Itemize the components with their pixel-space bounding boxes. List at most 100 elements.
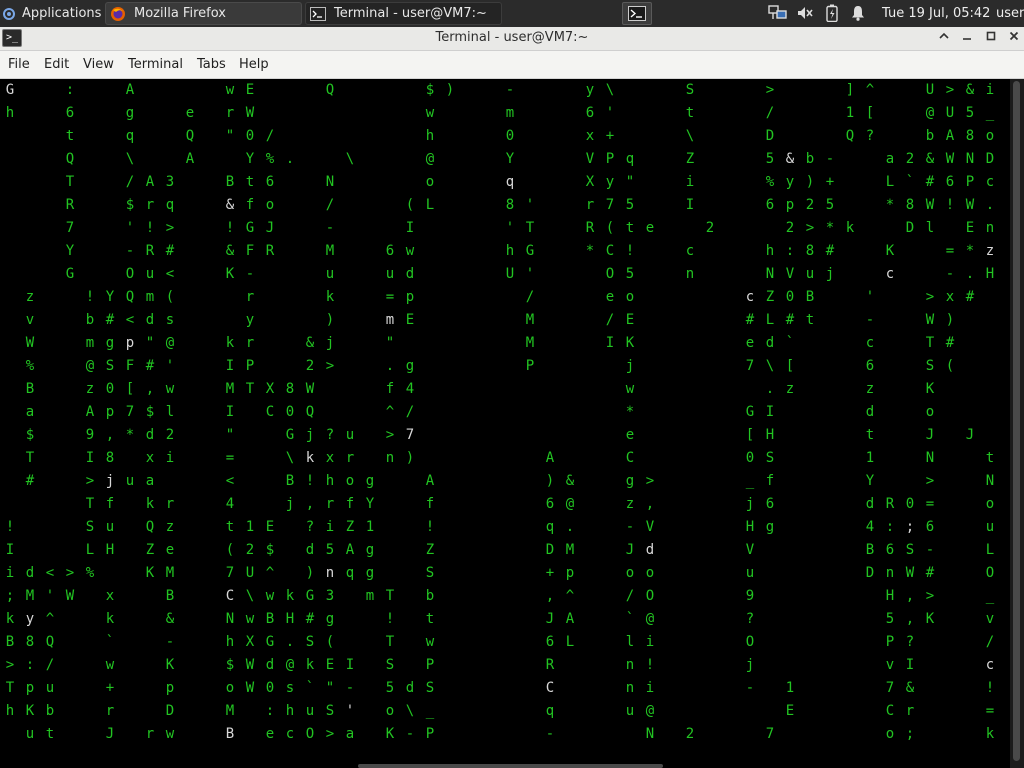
matrix-char: & [305, 335, 315, 351]
matrix-char: t [805, 312, 815, 328]
matrix-char: 0 [265, 680, 275, 696]
close-button[interactable] [1005, 30, 1023, 46]
matrix-char: T [525, 220, 535, 236]
matrix-char: / [765, 105, 775, 121]
matrix-char: U [245, 565, 255, 581]
battery-icon[interactable] [822, 4, 842, 22]
matrix-char: S [685, 82, 695, 98]
user-menu[interactable]: user [996, 0, 1024, 27]
matrix-char: a [145, 473, 155, 489]
matrix-char: N [225, 611, 235, 627]
vertical-scrollbar[interactable] [1010, 79, 1024, 768]
matrix-char: + [825, 174, 835, 190]
menu-file[interactable]: File [8, 57, 30, 72]
matrix-char: w [625, 381, 635, 397]
matrix-char: > [325, 358, 335, 374]
menu-tabs[interactable]: Tabs [197, 57, 226, 72]
matrix-char: k [285, 588, 295, 604]
taskbar-terminal-button[interactable]: Terminal - user@VM7:~ [305, 2, 502, 25]
matrix-char: H [885, 588, 895, 604]
matrix-char: E [625, 312, 635, 328]
scrollbar-thumb[interactable] [1013, 81, 1020, 761]
clock[interactable]: Tue 19 Jul, 05:42 [882, 0, 990, 27]
matrix-char: k [325, 289, 335, 305]
matrix-char: A [145, 174, 155, 190]
matrix-char: [ [125, 381, 135, 397]
matrix-char: : [785, 243, 795, 259]
matrix-char: $ [25, 427, 35, 443]
matrix-char: B [25, 381, 35, 397]
matrix-char: 5 [965, 105, 975, 121]
matrix-char: > [5, 657, 15, 673]
matrix-char: A [565, 611, 575, 627]
matrix-char: x [325, 450, 335, 466]
matrix-char: e [625, 427, 635, 443]
matrix-char: 6 [265, 174, 275, 190]
matrix-char: R [585, 220, 595, 236]
matrix-char: - [245, 266, 255, 282]
matrix-char: I [765, 404, 775, 420]
matrix-char: i [5, 565, 15, 581]
bell-notification-icon[interactable] [848, 4, 868, 22]
taskbar-terminal-label: Terminal - user@VM7:~ [334, 6, 487, 21]
matrix-char: o [645, 565, 655, 581]
matrix-char: [ [865, 105, 875, 121]
matrix-char: h [5, 703, 15, 719]
matrix-char: K [885, 243, 895, 259]
matrix-char: 8 [25, 634, 35, 650]
matrix-char: > [65, 565, 75, 581]
matrix-char: ` [305, 680, 315, 696]
matrix-char: Z [145, 542, 155, 558]
matrix-char: Z [345, 519, 355, 535]
matrix-char: \ [685, 128, 695, 144]
matrix-char: u [805, 266, 815, 282]
matrix-char: 1 [785, 680, 795, 696]
matrix-char: w [225, 82, 235, 98]
matrix-char: B [805, 289, 815, 305]
matrix-char: U [925, 82, 935, 98]
menu-view[interactable]: View [83, 57, 114, 72]
menu-help[interactable]: Help [239, 57, 269, 72]
matrix-char: V [745, 542, 755, 558]
matrix-char: c [865, 335, 875, 351]
matrix-char: B [5, 634, 15, 650]
matrix-char: & [905, 680, 915, 696]
matrix-char: P [425, 726, 435, 742]
matrix-char: , [305, 496, 315, 512]
network-icon[interactable] [768, 4, 788, 22]
matrix-char: W [905, 565, 915, 581]
matrix-char: o [625, 289, 635, 305]
matrix-char: 4 [865, 519, 875, 535]
matrix-char: - [405, 726, 415, 742]
matrix-char: ( [325, 634, 335, 650]
matrix-char: $ [425, 82, 435, 98]
workspace-switcher-button[interactable] [622, 2, 652, 25]
matrix-char: w [425, 105, 435, 121]
matrix-char: I [85, 450, 95, 466]
matrix-char: q [165, 197, 175, 213]
window-titlebar[interactable]: >_ Terminal - user@VM7:~ [0, 27, 1024, 51]
mute-volume-icon[interactable] [795, 4, 815, 22]
matrix-char: u [45, 680, 55, 696]
chevron-up-icon[interactable] [935, 30, 953, 46]
minimize-button[interactable] [958, 30, 976, 46]
maximize-button[interactable] [982, 30, 1000, 46]
terminal-output[interactable]: G: Aw E Q $) - y \ S >] ^ U > & i h 6 g e r Ww m 6 ' t/1[@ U 5 _ t q Q… [0, 79, 1010, 768]
menu-terminal[interactable]: Terminal [128, 57, 183, 72]
matrix-char: > [945, 82, 955, 98]
matrix-char: W [245, 680, 255, 696]
matrix-char: & [225, 243, 235, 259]
matrix-char: h [425, 128, 435, 144]
matrix-char: n [885, 565, 895, 581]
matrix-row: R $ r q & f o /(L 8 ' r 7 5 I 6 p 2 5 * 8 W! W. [0, 194, 1010, 217]
matrix-char: S [385, 657, 395, 673]
matrix-char: 6 [765, 496, 775, 512]
matrix-char: A [125, 82, 135, 98]
matrix-char: t [985, 450, 995, 466]
taskbar-firefox-button[interactable]: Mozilla Firefox [105, 2, 302, 25]
matrix-char: _ [985, 105, 995, 121]
matrix-char: - [745, 680, 755, 696]
menu-edit[interactable]: Edit [44, 57, 69, 72]
matrix-char: n [625, 657, 635, 673]
applications-menu-button[interactable]: Applications [2, 0, 102, 27]
